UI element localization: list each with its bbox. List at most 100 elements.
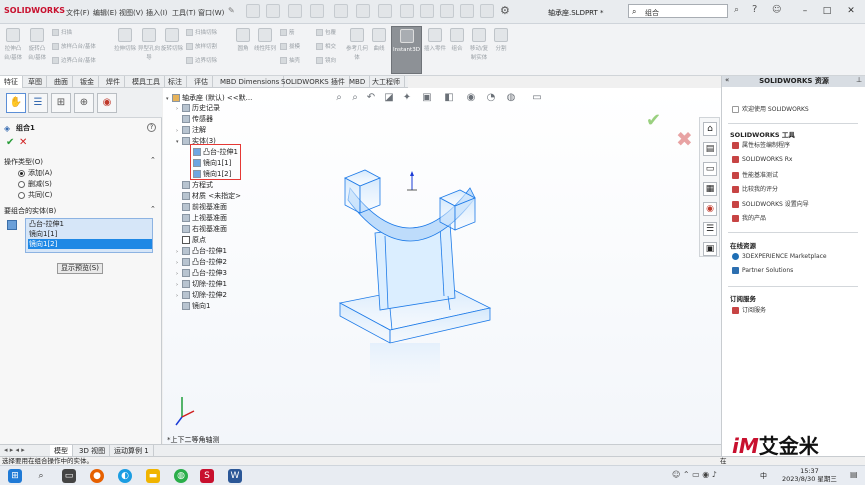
configuration-manager-icon[interactable]: ⊞ [51, 93, 71, 113]
tree-item[interactable]: › 切除-拉伸2 [176, 290, 227, 300]
curves-button[interactable]: 曲线 [368, 26, 390, 74]
undo-icon[interactable] [334, 4, 348, 18]
operation-type-header[interactable]: 操作类型(O) [4, 157, 43, 167]
apply-scene-icon[interactable]: ◍ [505, 92, 517, 104]
help-icon[interactable]: ? [147, 123, 156, 132]
extruded-boss-button[interactable]: 拉伸凸台/基体 [2, 26, 24, 74]
collapse-icon[interactable]: ⌃ [150, 205, 156, 213]
previous-view-icon[interactable]: ↶ [365, 92, 377, 104]
solidworks-forum-icon[interactable]: ▣ [703, 242, 717, 256]
tool-link[interactable]: 性能基准测试 [732, 170, 778, 179]
pushpin-icon[interactable]: ⊥ [856, 76, 862, 84]
close-button[interactable]: ✕ [842, 4, 860, 18]
menu-view[interactable]: 视图(V) [119, 8, 143, 18]
instant3d-button[interactable]: Instant3D [391, 26, 422, 74]
menu-tools[interactable]: 工具(T) [172, 8, 196, 18]
tab-solidworks-addins[interactable]: SOLIDWORKS 插件 [277, 76, 350, 88]
move-copy-body-button[interactable]: 移动/复制实体 [468, 26, 490, 74]
list-item[interactable]: 凸台-拉伸1 [28, 219, 152, 229]
section-view-icon[interactable]: ◪ [383, 92, 395, 104]
tab-engineer[interactable]: 大工程师 [368, 76, 405, 88]
tab-surfaces[interactable]: 曲面 [50, 76, 73, 88]
radio-add[interactable]: 添加(A) [18, 168, 52, 178]
pin-icon[interactable]: « [725, 76, 729, 84]
view-orientation-icon[interactable]: ▣ [421, 92, 433, 104]
dimxpert-icon[interactable]: ⊕ [74, 93, 94, 113]
tab-mbd-dimensions[interactable]: MBD Dimensions [216, 76, 285, 88]
view-palette-icon[interactable]: ▦ [703, 182, 717, 196]
tree-item[interactable]: 材质 <未指定> [176, 191, 241, 201]
save-icon[interactable] [288, 4, 302, 18]
ok-button[interactable]: ✔ [6, 137, 14, 148]
subscription-link[interactable]: 订阅服务 [732, 305, 766, 314]
tree-item[interactable]: 前视基准面 [176, 202, 227, 212]
tool-link[interactable]: SOLIDWORKS Rx [732, 156, 792, 163]
dynamic-annotation-icon[interactable]: ✦ [401, 92, 413, 104]
shell-button[interactable]: 抽壳 [280, 56, 300, 64]
tool-link[interactable]: 比较我的评分 [732, 184, 778, 193]
tab-evaluate[interactable]: 评估 [190, 76, 213, 88]
bodies-header[interactable]: 要组合的实体(B) [4, 206, 56, 216]
tab-mbd[interactable]: MBD [345, 76, 371, 88]
pin-icon[interactable]: ✎ [228, 6, 235, 15]
display-icon[interactable] [480, 4, 494, 18]
tab-sketch[interactable]: 草图 [24, 76, 47, 88]
custom-properties-icon[interactable]: ☰ [703, 222, 717, 236]
tab-features[interactable]: 特征 [0, 76, 23, 88]
wechat-icon[interactable]: ◍ [174, 469, 188, 483]
wrap-button[interactable]: 包覆 [316, 28, 336, 36]
radio-subtract[interactable]: 删减(S) [18, 179, 52, 189]
list-item[interactable]: 镜向1[1] [28, 229, 152, 239]
list-item[interactable]: 镜向1[2] [28, 239, 152, 249]
rebuild-icon[interactable] [400, 4, 414, 18]
new-icon[interactable] [246, 4, 260, 18]
tree-item[interactable]: › 凸台-拉伸2 [176, 257, 227, 267]
task-view-icon[interactable]: ▭ [62, 469, 76, 483]
edit-appearance-icon[interactable]: ◔ [485, 92, 497, 104]
appearance-icon[interactable] [460, 4, 474, 18]
tree-item[interactable]: 传感器 [176, 114, 213, 124]
tool-link[interactable]: 我的产品 [732, 213, 766, 222]
tree-item[interactable]: › 凸台-拉伸3 [176, 268, 227, 278]
revolved-boss-button[interactable]: 旋转凸台/基体 [26, 26, 48, 74]
confirm-corner-cancel-icon[interactable]: ✖ [676, 127, 693, 151]
open-icon[interactable] [266, 4, 280, 18]
draft-button[interactable]: 拔模 [280, 42, 300, 50]
zoom-area-icon[interactable]: ⌕ [349, 92, 361, 104]
revolved-cut-button[interactable]: 旋转切除 [161, 26, 183, 74]
feature-manager-icon[interactable]: ✋ [6, 93, 26, 113]
tree-item[interactable]: 上视基准面 [176, 213, 227, 223]
hole-wizard-button[interactable]: 异型孔向导 [138, 26, 160, 74]
cancel-button[interactable]: ✕ [19, 137, 27, 148]
redo-icon[interactable] [356, 4, 370, 18]
clock[interactable]: 15:37 2023/8/30 星期三 [782, 467, 837, 483]
online-link[interactable]: Partner Solutions [732, 267, 793, 274]
confirm-corner-ok-icon[interactable]: ✔ [646, 110, 661, 131]
file-explorer-icon[interactable]: ▭ [703, 162, 717, 176]
hide-show-icon[interactable]: ◉ [465, 92, 477, 104]
file-properties-icon[interactable] [420, 4, 434, 18]
tab-weldments[interactable]: 焊件 [102, 76, 125, 88]
word-icon[interactable]: W [228, 469, 242, 483]
options-icon[interactable] [440, 4, 454, 18]
welcome-link[interactable]: 欢迎使用 SOLIDWORKS [732, 104, 809, 113]
loft-button[interactable]: 放样凸台/基体 [52, 42, 96, 50]
print-icon[interactable] [310, 4, 324, 18]
search-box[interactable]: ⌕ 组合 [628, 4, 728, 18]
system-tray[interactable]: ☺ ⌃ ▭ ◉ ♪ [672, 470, 717, 479]
appearances-icon[interactable]: ◉ [703, 202, 717, 216]
extruded-cut-button[interactable]: 拉伸切除 [114, 26, 136, 74]
file-explorer-icon[interactable]: ▬ [146, 469, 160, 483]
maximize-button[interactable]: □ [818, 4, 836, 18]
show-preview-button[interactable]: 显示预览(S) [57, 263, 103, 274]
notification-icon[interactable]: ▤ [850, 470, 858, 479]
solidworks-taskbar-icon[interactable]: S [200, 469, 214, 483]
windows-start-icon[interactable]: ⊞ [8, 469, 22, 483]
menu-insert[interactable]: 插入(I) [146, 8, 168, 18]
view-settings-icon[interactable]: ▭ [531, 92, 543, 104]
linear-pattern-button[interactable]: 线性阵列 [254, 26, 276, 74]
rib-button[interactable]: 筋 [280, 28, 295, 36]
tree-item[interactable]: › 凸台-拉伸1 [176, 246, 227, 256]
tool-link[interactable]: 属性标签编制程序 [732, 140, 790, 149]
user-icon[interactable]: ☺ [772, 5, 781, 15]
